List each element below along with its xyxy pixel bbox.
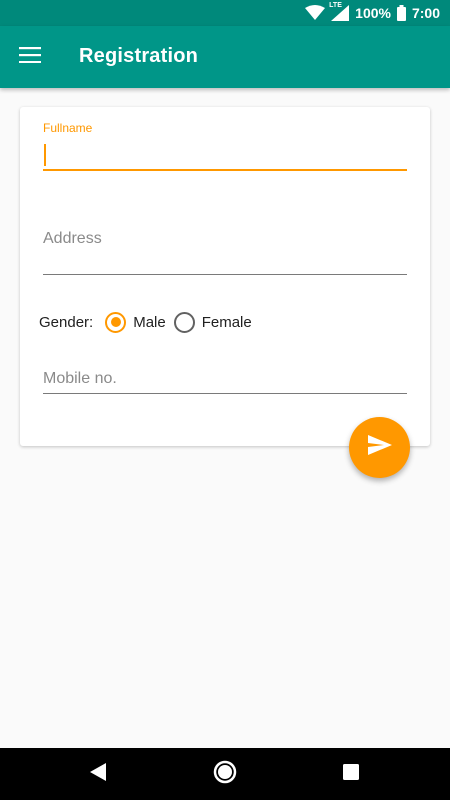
gender-female-radio[interactable] [173, 311, 195, 333]
home-icon [213, 760, 237, 789]
gender-male-radio[interactable] [105, 311, 127, 333]
gender-female-label[interactable]: Female [202, 314, 252, 331]
fullname-input[interactable] [43, 140, 407, 170]
recents-icon [343, 763, 359, 785]
network-type-label: LTE [329, 2, 342, 9]
gender-row: Gender: Male Female [39, 310, 252, 334]
mobile-underline [43, 393, 407, 394]
page-title: Registration [79, 45, 199, 67]
battery-icon [396, 5, 406, 21]
submit-fab[interactable] [349, 417, 410, 478]
mobile-input[interactable]: Mobile no. [43, 370, 117, 388]
back-button[interactable] [86, 762, 110, 786]
gender-male-label[interactable]: Male [133, 314, 166, 331]
registration-form-card: Fullname Address Gender: Male Female Mob… [20, 107, 430, 446]
app-bar: Registration [0, 26, 450, 88]
battery-percent: 100% [355, 5, 391, 21]
home-button[interactable] [213, 760, 237, 789]
cell-signal-icon: LTE [329, 2, 350, 21]
text-cursor [44, 144, 46, 166]
status-bar: LTE 100% 7:00 [0, 0, 450, 26]
fullname-underline [43, 169, 407, 171]
wifi-icon [305, 5, 326, 21]
recents-button[interactable] [339, 762, 363, 786]
status-icons: LTE 100% 7:00 [305, 2, 440, 22]
send-icon [367, 435, 392, 460]
address-input[interactable]: Address [43, 230, 102, 248]
menu-button[interactable] [14, 41, 46, 73]
clock: 7:00 [411, 5, 440, 21]
fullname-label: Fullname [43, 121, 93, 135]
system-nav-bar [0, 748, 450, 800]
address-underline [43, 274, 407, 275]
gender-label: Gender: [39, 313, 94, 331]
back-icon [90, 762, 106, 786]
hamburger-menu-icon [19, 46, 41, 68]
